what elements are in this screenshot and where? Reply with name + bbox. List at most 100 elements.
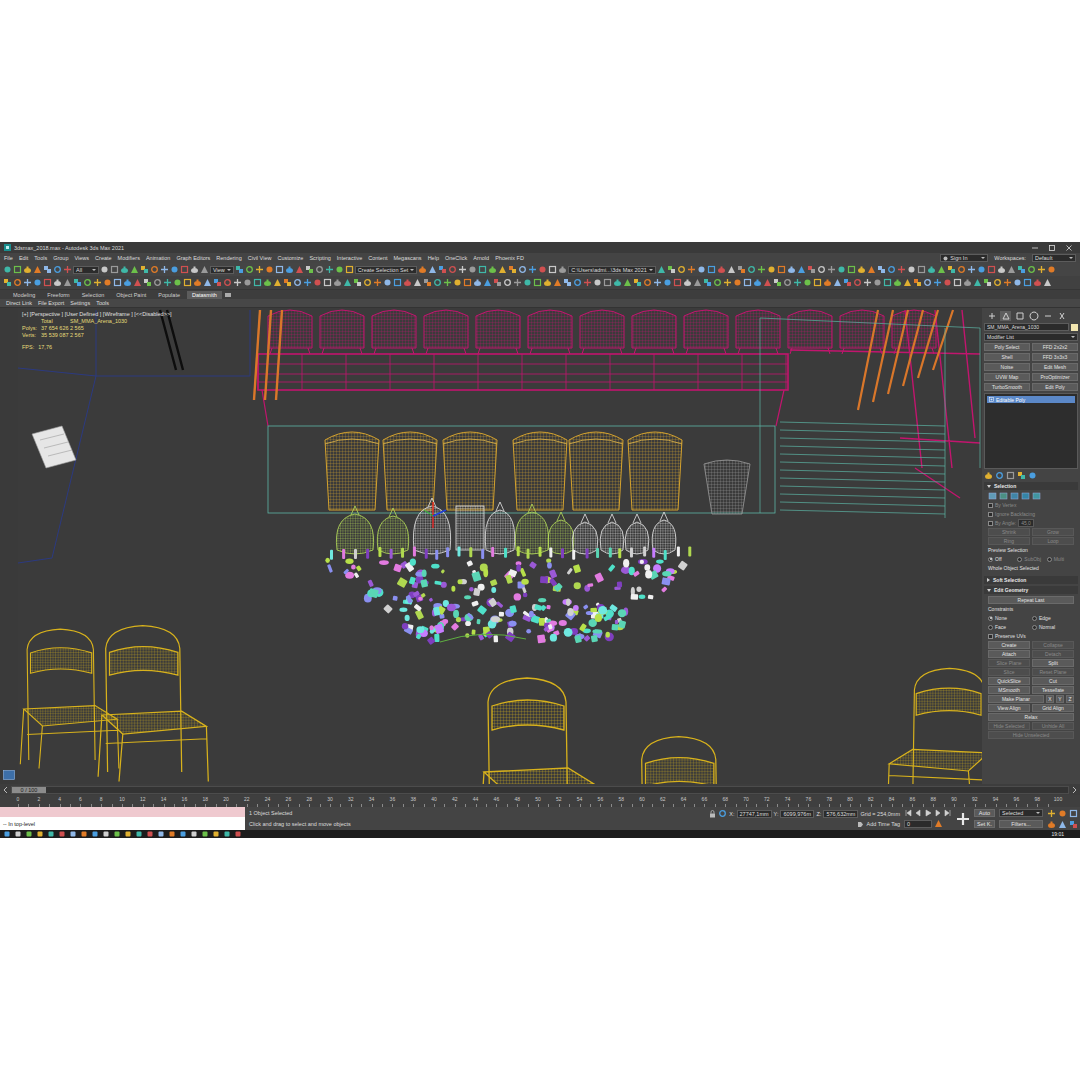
tool-icon[interactable] bbox=[243, 278, 252, 287]
rollout-header[interactable]: Selection bbox=[984, 482, 1078, 490]
close-icon[interactable] bbox=[1062, 244, 1076, 252]
ribbon-tab[interactable]: Modeling bbox=[8, 291, 40, 299]
toolbar-dropdown[interactable]: View bbox=[210, 266, 234, 274]
ribbon-tab[interactable]: Datasmith bbox=[187, 291, 222, 299]
tool-icon[interactable] bbox=[687, 265, 696, 274]
tool-icon[interactable] bbox=[343, 278, 352, 287]
modifier-list-dropdown[interactable]: Modifier List bbox=[984, 333, 1078, 341]
tool-icon[interactable] bbox=[315, 265, 324, 274]
toolbar-dropdown[interactable]: C:\Users\admi...\3ds Max 2021 bbox=[568, 266, 656, 274]
tool-icon[interactable] bbox=[867, 265, 876, 274]
tool-icon[interactable] bbox=[947, 265, 956, 274]
radio-option[interactable]: Off bbox=[988, 556, 1015, 562]
tool-icon[interactable] bbox=[857, 265, 866, 274]
modifier-button[interactable]: TurboSmooth bbox=[984, 383, 1030, 391]
tool-icon[interactable] bbox=[927, 265, 936, 274]
tool-icon[interactable] bbox=[733, 278, 742, 287]
tool-icon[interactable] bbox=[373, 278, 382, 287]
coordinate-field[interactable]: 27747,1mm bbox=[737, 810, 772, 818]
tool-icon[interactable] bbox=[23, 265, 32, 274]
tool-icon[interactable] bbox=[458, 265, 467, 274]
tool-icon[interactable] bbox=[448, 265, 457, 274]
tool-icon[interactable] bbox=[833, 278, 842, 287]
tool-icon[interactable] bbox=[533, 278, 542, 287]
tool-icon[interactable] bbox=[428, 265, 437, 274]
tool-icon[interactable] bbox=[443, 278, 452, 287]
menu-item[interactable]: Scripting bbox=[309, 255, 330, 261]
tool-icon[interactable] bbox=[33, 265, 42, 274]
tool-icon[interactable] bbox=[403, 278, 412, 287]
panel-button[interactable]: Relax bbox=[988, 713, 1074, 721]
tool-icon[interactable] bbox=[663, 278, 672, 287]
tool-icon[interactable] bbox=[843, 278, 852, 287]
scene-canvas[interactable] bbox=[18, 308, 982, 784]
tool-icon[interactable] bbox=[553, 278, 562, 287]
taskbar-app-icon[interactable] bbox=[4, 831, 10, 837]
next-frame-icon[interactable] bbox=[1071, 786, 1077, 794]
tool-icon[interactable] bbox=[275, 265, 284, 274]
tool-icon[interactable] bbox=[713, 278, 722, 287]
modifier-button[interactable]: Edit Poly bbox=[1032, 383, 1078, 391]
tool-icon[interactable] bbox=[130, 265, 139, 274]
tool-icon[interactable] bbox=[63, 265, 72, 274]
tool-icon[interactable] bbox=[897, 265, 906, 274]
edge-icon[interactable] bbox=[999, 492, 1008, 500]
auto-key-button[interactable]: Auto bbox=[974, 809, 995, 817]
workspace-dropdown[interactable]: Default bbox=[1032, 254, 1076, 262]
border-icon[interactable] bbox=[1010, 492, 1019, 500]
menu-item[interactable]: Help bbox=[428, 255, 439, 261]
tool-icon[interactable] bbox=[1003, 278, 1012, 287]
time-tag-icon[interactable] bbox=[857, 821, 864, 828]
menu-item[interactable]: Edit bbox=[19, 255, 28, 261]
modifier-button[interactable]: Edit Mesh bbox=[1032, 363, 1078, 371]
panel-button[interactable]: Y bbox=[1056, 695, 1064, 703]
tool-icon[interactable] bbox=[463, 278, 472, 287]
rollout-toggle-icon[interactable] bbox=[987, 589, 991, 592]
menu-item[interactable]: Phoenix FD bbox=[495, 255, 524, 261]
tool-icon[interactable] bbox=[273, 278, 282, 287]
tool-icon[interactable] bbox=[113, 278, 122, 287]
taskbar-app-icon[interactable] bbox=[37, 831, 43, 837]
tool-icon[interactable] bbox=[957, 265, 966, 274]
menu-item[interactable]: Rendering bbox=[216, 255, 241, 261]
tool-icon[interactable] bbox=[143, 278, 152, 287]
tool-icon[interactable] bbox=[285, 265, 294, 274]
tool-icon[interactable] bbox=[747, 265, 756, 274]
panel-button[interactable]: View Align bbox=[988, 704, 1030, 712]
tool-icon[interactable] bbox=[827, 265, 836, 274]
object-color-icon[interactable] bbox=[1071, 324, 1078, 331]
tool-icon[interactable] bbox=[657, 265, 666, 274]
key-mode-dropdown[interactable]: Selected bbox=[999, 809, 1043, 817]
panel-button[interactable]: Attach bbox=[988, 650, 1030, 658]
tool-icon[interactable] bbox=[823, 278, 832, 287]
tool-icon[interactable] bbox=[803, 278, 812, 287]
tool-icon[interactable] bbox=[223, 278, 232, 287]
rollout-toggle-icon[interactable] bbox=[987, 485, 991, 488]
tool-icon[interactable] bbox=[160, 265, 169, 274]
tool-icon[interactable] bbox=[1027, 265, 1036, 274]
tool-icon[interactable] bbox=[653, 278, 662, 287]
tool-icon[interactable] bbox=[345, 265, 354, 274]
tool-icon[interactable] bbox=[793, 278, 802, 287]
taskbar-app-icon[interactable] bbox=[92, 831, 98, 837]
tool-icon[interactable] bbox=[1043, 278, 1052, 287]
command-panel-tab[interactable] bbox=[1014, 311, 1025, 321]
tool-icon[interactable] bbox=[183, 278, 192, 287]
menu-item[interactable]: Create bbox=[95, 255, 112, 261]
expand-icon[interactable] bbox=[989, 397, 994, 402]
ribbon-tab[interactable]: Populate bbox=[153, 291, 185, 299]
tool-icon[interactable] bbox=[583, 278, 592, 287]
time-slider-thumb[interactable]: 0 / 100 bbox=[12, 787, 46, 793]
tool-icon[interactable] bbox=[563, 278, 572, 287]
ribbon-tab[interactable]: Object Paint bbox=[111, 291, 151, 299]
tool-icon[interactable] bbox=[323, 278, 332, 287]
set-key-icon[interactable] bbox=[956, 812, 970, 826]
ribbon-toggle-icon[interactable] bbox=[224, 292, 232, 298]
coordinate-field[interactable]: 6099,976m bbox=[780, 810, 814, 818]
tool-icon[interactable] bbox=[203, 278, 212, 287]
tool-icon[interactable] bbox=[73, 278, 82, 287]
tool-icon[interactable] bbox=[413, 278, 422, 287]
menu-item[interactable]: Customize bbox=[277, 255, 303, 261]
layout-icon[interactable] bbox=[3, 770, 15, 780]
tool-icon[interactable] bbox=[170, 265, 179, 274]
